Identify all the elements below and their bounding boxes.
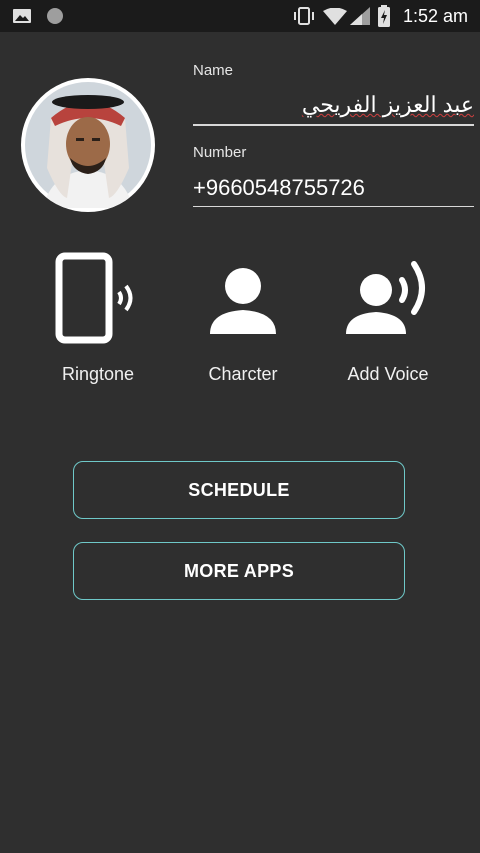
ringtone-option[interactable]: Ringtone: [28, 250, 168, 385]
number-field-underline: [193, 206, 474, 207]
person-icon: [210, 268, 276, 334]
contact-avatar[interactable]: [21, 78, 155, 212]
status-bar: 1:52 am: [0, 0, 480, 32]
status-time: 1:52 am: [402, 6, 468, 26]
battery-charging-icon: [378, 5, 390, 27]
circle-icon: [47, 8, 63, 24]
phone-ringtone-icon: [55, 252, 133, 344]
character-option[interactable]: Charcter: [173, 250, 313, 385]
character-label: Charcter: [208, 364, 278, 384]
signal-icon: [350, 7, 370, 25]
person-voice-icon: [346, 261, 425, 334]
wifi-icon: [323, 8, 347, 25]
name-label: Name: [193, 62, 234, 79]
number-label: Number: [193, 144, 247, 161]
schedule-button[interactable]: SCHEDULE: [73, 461, 405, 519]
ringtone-label: Ringtone: [61, 364, 135, 384]
avatar-photo: [25, 82, 151, 208]
image-icon: [13, 9, 31, 23]
add-voice-option[interactable]: Add Voice: [318, 250, 458, 385]
number-field[interactable]: +9660548755726: [193, 175, 365, 201]
name-field-underline: [193, 124, 474, 126]
vibrate-icon: [294, 7, 314, 25]
name-field[interactable]: عبد العزيز الفريحي: [193, 92, 474, 118]
add-voice-label: Add Voice: [347, 364, 429, 384]
more-apps-button[interactable]: MORE APPS: [73, 542, 405, 600]
